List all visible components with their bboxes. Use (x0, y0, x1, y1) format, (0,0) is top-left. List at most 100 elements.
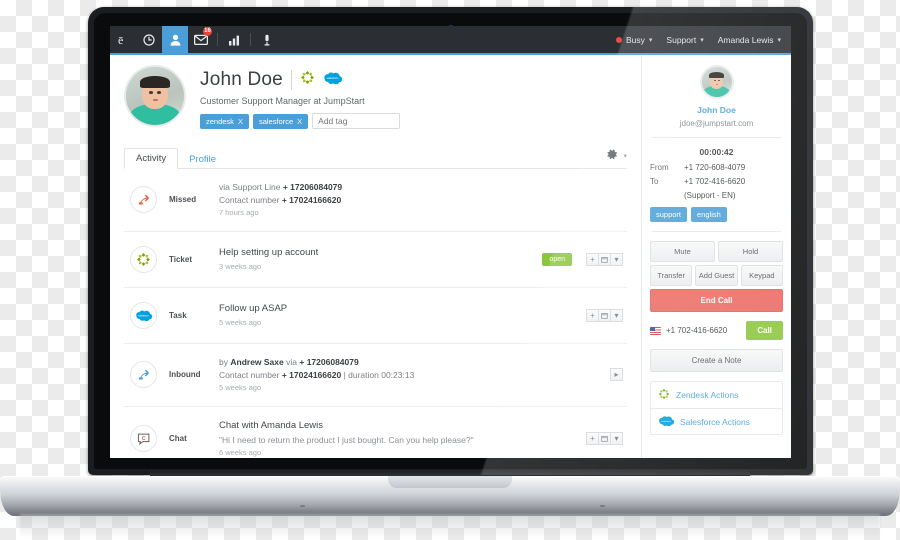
activity-title: Help setting up account (219, 247, 319, 259)
clock-icon[interactable] (136, 26, 162, 53)
activity-list: Missed via Support Line + 17206084079 Co… (124, 169, 627, 458)
tag-salesforce[interactable]: salesforce X (252, 113, 309, 129)
activity-details: via Support Line + 17206084079 Contact n… (219, 181, 627, 219)
divider (652, 137, 781, 138)
activity-details: Follow up ASAP 5 weeks ago (219, 302, 586, 328)
mute-button[interactable]: Mute (650, 241, 715, 262)
status-menu-busy[interactable]: Busy ▾ (616, 35, 652, 45)
analytics-bars-icon[interactable] (221, 26, 247, 53)
transfer-button[interactable]: Transfer (650, 265, 693, 286)
zendesk-logo-icon (300, 70, 315, 90)
table-row[interactable]: C Chat Chat with Amanda Lewis "Hi I need… (124, 407, 627, 458)
support-menu-label: Support (666, 34, 697, 45)
tab-activity[interactable]: Activity (124, 148, 179, 169)
row-action-buttons: + ▾ (586, 308, 623, 322)
laptop-latch-notch (388, 476, 512, 488)
create-note-button[interactable]: Create a Note (650, 349, 783, 372)
chevron-down-icon[interactable]: ▾ (623, 152, 627, 160)
table-row[interactable]: Inbound by Andrew Saxe via + 17206084079… (124, 344, 627, 407)
call-tag-list: support english (650, 207, 783, 222)
activity-title: Chat with Amanda Lewis (219, 419, 324, 431)
chevron-down-icon[interactable]: ▾ (610, 308, 623, 322)
avatar (124, 65, 186, 127)
contact-number-label: Contact number (219, 370, 280, 381)
gear-icon[interactable] (607, 147, 618, 165)
call-queue-row: (Support - EN) (650, 191, 783, 200)
call-controls-row-1: Mute Hold (650, 241, 783, 262)
mail-envelope-icon[interactable]: 16 (188, 26, 214, 53)
chevron-down-icon: ▾ (700, 36, 704, 44)
add-tag-input[interactable] (312, 113, 401, 129)
brand-e-icon[interactable]: ē (110, 26, 136, 53)
top-navigation-bar: ē 16 Busy ▾ Support ▾ Amanda Lewis ▾ (110, 26, 791, 53)
chat-preview: "Hi I need to return the product I just … (219, 434, 474, 445)
tab-profile[interactable]: Profile (178, 150, 227, 169)
tag-english[interactable]: english (691, 207, 727, 222)
timestamp: 5 weeks ago (219, 318, 262, 328)
salesforce-logo-icon: salesforce (658, 415, 675, 428)
app-body: John Doe salesforce Customer Support Man… (110, 55, 791, 458)
close-icon[interactable]: X (238, 117, 243, 126)
nav-divider (217, 33, 218, 46)
tab-tools: ▾ (607, 147, 627, 168)
nav-icon-group: ē 16 (110, 26, 280, 53)
from-label: From (650, 163, 669, 172)
activity-type-label: Task (169, 310, 187, 320)
salesforce-logo-icon: salesforce (130, 301, 157, 329)
activity-details: Help setting up account 3 weeks ago (219, 246, 542, 272)
inbound-call-arrow-icon (130, 361, 157, 389)
add-guest-button[interactable]: Add Guest (695, 265, 738, 286)
chevron-down-icon[interactable]: ▾ (610, 252, 623, 266)
contact-number-value: + 17024166620 (281, 370, 342, 381)
us-flag-icon (650, 326, 661, 335)
end-call-button[interactable]: End Call (650, 289, 783, 312)
contacts-person-icon[interactable] (162, 26, 188, 53)
table-row[interactable]: Ticket Help setting up account 3 weeks a… (124, 232, 627, 288)
duration-label: | duration 00:23:13 (343, 370, 415, 381)
tag-label: english (697, 210, 721, 219)
activity-title: Follow up ASAP (219, 303, 288, 315)
chevron-down-icon: ▾ (648, 36, 653, 44)
svg-text:C: C (141, 436, 145, 442)
call-button[interactable]: Call (746, 321, 783, 340)
call-timer: 00:00:42 (699, 147, 734, 157)
support-line-number: + 17206084079 (299, 356, 359, 367)
svg-text:ē: ē (118, 34, 123, 46)
avatar (699, 65, 734, 99)
play-icon[interactable]: ▸ (610, 368, 623, 382)
chevron-down-icon[interactable]: ▾ (610, 432, 623, 446)
dial-number[interactable]: +1 702-416-6620 (666, 326, 741, 335)
tag-list: zendesk X salesforce X (200, 113, 401, 129)
row-action-buttons: + ▾ (586, 252, 623, 266)
support-menu[interactable]: Support ▾ (666, 35, 703, 45)
activity-type-label: Chat (169, 434, 187, 444)
laptop-reflection (20, 514, 880, 538)
timestamp: 7 hours ago (219, 208, 259, 218)
activity-details: Chat with Amanda Lewis "Hi I need to ret… (219, 419, 586, 458)
user-menu-label: Amanda Lewis (717, 34, 774, 45)
tab-bar: Activity Profile ▾ (124, 147, 627, 169)
tag-zendesk[interactable]: zendesk X (200, 113, 249, 129)
zendesk-actions-item[interactable]: Zendesk Actions (651, 382, 782, 408)
contact-number-value: + 17024166620 (281, 195, 342, 206)
via-label: via (286, 356, 297, 367)
dialpad-mic-icon[interactable] (254, 26, 280, 53)
close-icon[interactable]: X (297, 117, 302, 126)
contact-number-label: Contact number (219, 195, 280, 206)
table-row[interactable]: salesforce Task Follow up ASAP 5 weeks a… (124, 288, 627, 344)
dial-row: +1 702-416-6620 Call (650, 321, 783, 340)
table-row[interactable]: Missed via Support Line + 17206084079 Co… (124, 169, 627, 232)
main-content-column: John Doe salesforce Customer Support Man… (110, 55, 641, 458)
hold-button[interactable]: Hold (718, 241, 783, 262)
keypad-button[interactable]: Keypad (740, 265, 783, 286)
row-action-buttons: ▸ (610, 368, 623, 382)
activity-type-label: Inbound (169, 370, 201, 380)
call-contact-email: jdoe@jumpstart.com (679, 119, 754, 128)
integration-actions: Zendesk Actions salesforce Salesforce Ac… (650, 381, 783, 435)
call-contact-name[interactable]: John Doe (650, 105, 783, 115)
user-menu[interactable]: Amanda Lewis ▾ (718, 35, 781, 45)
tag-support[interactable]: support (650, 207, 688, 222)
salesforce-actions-item[interactable]: salesforce Salesforce Actions (651, 408, 782, 434)
activity-type-label: Missed (169, 195, 197, 205)
